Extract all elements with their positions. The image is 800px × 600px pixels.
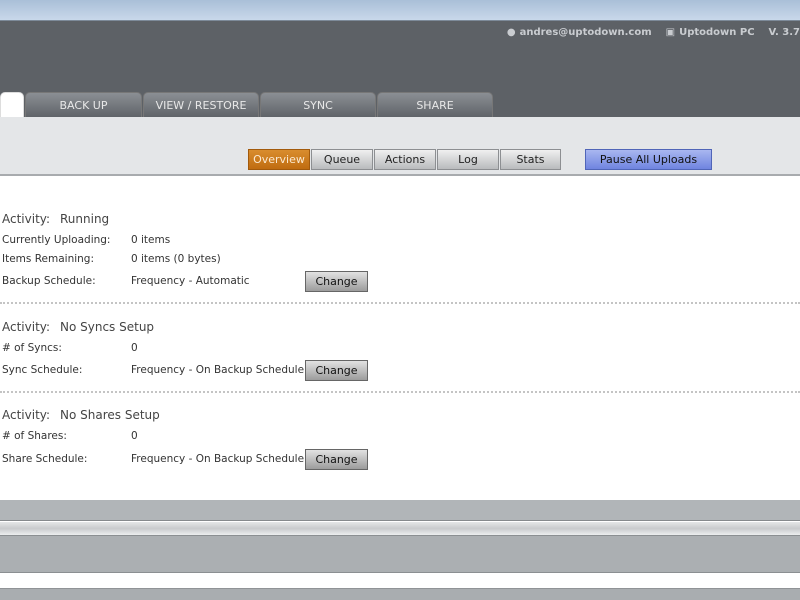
user-info: ● andres@uptodown.com ▣ Uptodown PC V. 3.7 <box>507 27 800 38</box>
info-row: Currently Uploading: 0 items <box>2 234 171 246</box>
change-share-schedule-button[interactable]: Change <box>305 449 368 470</box>
tab-sync[interactable]: SYNC <box>260 92 376 117</box>
info-row: # of Shares: 0 <box>2 430 138 442</box>
tab-share[interactable]: SHARE <box>377 92 493 117</box>
activity-status: Activity: Running <box>2 212 110 226</box>
pause-all-uploads-button[interactable]: Pause All Uploads <box>585 149 712 170</box>
divider <box>0 302 800 304</box>
actions-button[interactable]: Actions <box>374 149 436 170</box>
overview-panel: Activity: Running Currently Uploading: 0 i… <box>0 178 800 500</box>
tab-view-restore[interactable]: VIEW / RESTORE <box>143 92 259 117</box>
tab-back-up[interactable]: BACK UP <box>25 92 142 117</box>
computer-icon: ▣ <box>665 27 676 38</box>
info-row: Sync Schedule: Frequency - On Backup Sche… <box>2 364 305 376</box>
footer-divider <box>0 522 800 535</box>
footer-band <box>0 500 800 521</box>
queue-button[interactable]: Queue <box>311 149 373 170</box>
info-row: Items Remaining: 0 items (0 bytes) <box>2 253 221 265</box>
sub-toolbar: Overview Queue Actions Log Stats Pause A… <box>0 117 800 176</box>
tab-active[interactable] <box>0 92 24 117</box>
change-backup-schedule-button[interactable]: Change <box>305 271 368 292</box>
info-row: Backup Schedule: Frequency - Automatic <box>2 275 250 287</box>
main-tabs: BACK UP VIEW / RESTORE SYNC SHARE <box>0 92 494 117</box>
stats-button[interactable]: Stats <box>500 149 561 170</box>
footer-panel <box>0 535 800 573</box>
change-sync-schedule-button[interactable]: Change <box>305 360 368 381</box>
user-icon: ● <box>506 27 516 38</box>
overview-button[interactable]: Overview <box>248 149 310 170</box>
divider <box>0 391 800 393</box>
footer-bottom-bar <box>0 588 800 600</box>
computer: ▣ Uptodown PC <box>665 27 755 38</box>
info-row: # of Syncs: 0 <box>2 342 138 354</box>
user-account: ● andres@uptodown.com <box>506 27 652 38</box>
info-row: Share Schedule: Frequency - On Backup Sch… <box>2 453 305 465</box>
version: V. 3.7 <box>768 27 800 38</box>
window-title-bar <box>0 0 800 21</box>
log-button[interactable]: Log <box>437 149 499 170</box>
activity-status: Activity: No Syncs Setup <box>2 320 155 334</box>
activity-status: Activity: No Shares Setup <box>2 408 160 422</box>
